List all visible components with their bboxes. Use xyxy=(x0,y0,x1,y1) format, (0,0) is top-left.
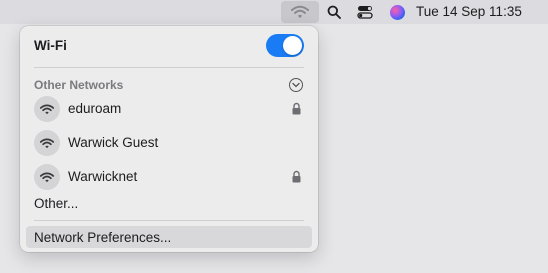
menubar-wifi-icon[interactable] xyxy=(281,1,319,23)
divider xyxy=(34,220,304,221)
network-item-warwick-guest[interactable]: Warwick Guest xyxy=(26,127,312,159)
network-item-warwicknet[interactable]: Warwicknet xyxy=(26,161,312,193)
network-name: eduroam xyxy=(68,101,122,116)
wifi-icon xyxy=(40,104,54,114)
wifi-header-row: Wi-Fi xyxy=(20,26,318,64)
wifi-toggle[interactable] xyxy=(266,34,304,57)
wifi-menu-panel: Wi-Fi Other Networks eduroam Warwick Gue… xyxy=(20,26,318,252)
search-icon xyxy=(327,5,341,19)
other-network-item[interactable]: Other... xyxy=(34,196,78,211)
chevron-down-icon xyxy=(292,82,300,88)
divider xyxy=(34,67,304,68)
network-name: Warwicknet xyxy=(68,169,138,184)
expand-networks-button[interactable] xyxy=(289,78,303,92)
wifi-icon xyxy=(40,138,54,148)
other-networks-header: Other Networks xyxy=(34,78,124,92)
wifi-title: Wi-Fi xyxy=(34,38,67,53)
wifi-icon xyxy=(40,172,54,182)
siri-icon xyxy=(389,4,405,20)
control-center-icon xyxy=(357,6,373,19)
wifi-toggle-knob xyxy=(283,36,302,55)
network-wifi-icon xyxy=(34,96,60,122)
network-wifi-icon xyxy=(34,130,60,156)
menubar-clock[interactable]: Tue 14 Sep 11:35 xyxy=(416,0,522,24)
network-wifi-icon xyxy=(34,164,60,190)
wifi-icon xyxy=(291,5,309,18)
network-preferences-label: Network Preferences... xyxy=(34,230,172,245)
menu-bar: Tue 14 Sep 11:35 xyxy=(0,0,548,24)
lock-icon xyxy=(292,102,301,115)
network-item-eduroam[interactable]: eduroam xyxy=(26,93,312,125)
menubar-control-center-icon[interactable] xyxy=(354,1,376,23)
lock-icon xyxy=(292,170,301,183)
menubar-search-icon[interactable] xyxy=(324,1,344,23)
network-preferences-item[interactable]: Network Preferences... xyxy=(26,226,312,248)
menubar-siri-icon[interactable] xyxy=(386,1,408,23)
network-name: Warwick Guest xyxy=(68,135,159,150)
